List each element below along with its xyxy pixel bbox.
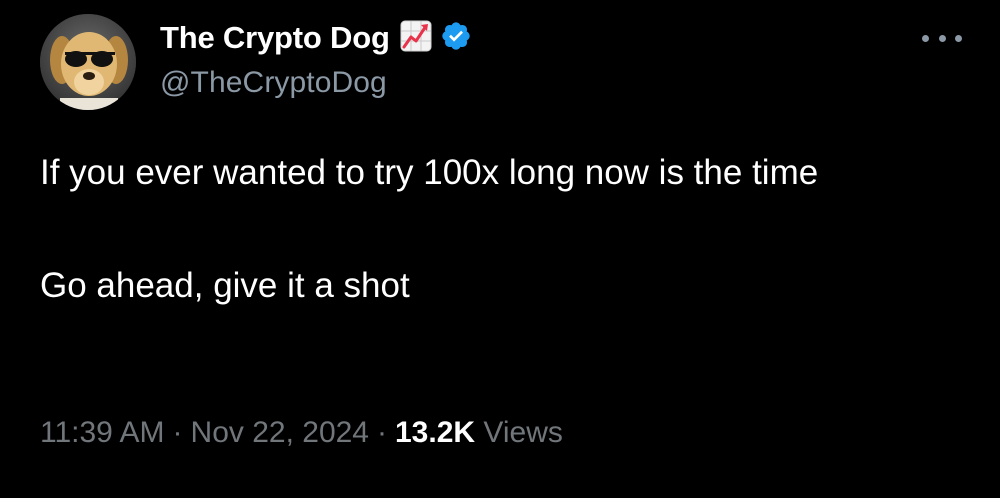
views-label: Views [483, 416, 563, 449]
more-options-button[interactable] [922, 28, 962, 48]
ellipsis-icon [922, 34, 929, 42]
display-name[interactable]: The Crypto Dog [160, 20, 390, 56]
dog-avatar-icon [40, 14, 136, 110]
avatar[interactable] [40, 14, 136, 110]
tweet-card: The Crypto Dog @TheCryptoDog If you ever… [0, 0, 1000, 498]
chart-increasing-icon [400, 20, 432, 57]
tweet-paragraph: If you ever wanted to try 100x long now … [40, 153, 819, 192]
tweet-meta: 11:39 AM · Nov 22, 2024 · 13.2K Views [40, 416, 563, 450]
ellipsis-icon [955, 34, 962, 42]
separator: · [377, 416, 387, 449]
tweet-time[interactable]: 11:39 AM [40, 416, 165, 449]
views-count: 13.2K [395, 416, 476, 449]
tweet-paragraph: Go ahead, give it a shot [40, 266, 410, 305]
name-row: The Crypto Dog [160, 18, 472, 58]
separator: · [172, 416, 183, 449]
verified-badge-icon[interactable] [440, 20, 472, 57]
author-block: The Crypto Dog @TheCryptoDog [160, 18, 472, 100]
tweet-text: If you ever wanted to try 100x long now … [40, 146, 940, 312]
ellipsis-icon [938, 34, 946, 42]
author-handle[interactable]: @TheCryptoDog [160, 66, 472, 100]
tweet-date[interactable]: Nov 22, 2024 [191, 416, 369, 449]
